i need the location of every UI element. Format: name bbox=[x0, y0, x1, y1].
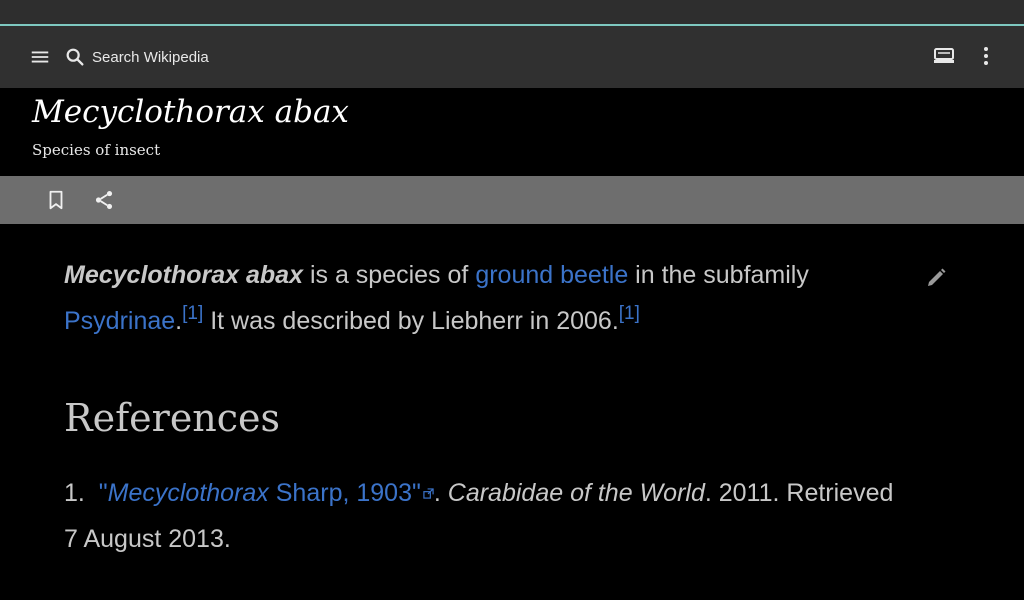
lead-bold-title: Mecyclothorax abax bbox=[64, 261, 303, 289]
link-ground-beetle[interactable]: ground beetle bbox=[475, 261, 628, 289]
references-heading: References bbox=[64, 396, 281, 440]
search-icon bbox=[62, 44, 88, 70]
reference-source: Carabidae of the World bbox=[447, 479, 705, 507]
page-subtitle: Species of insect bbox=[32, 141, 161, 159]
reference-link-rest: Sharp, 1903 bbox=[268, 479, 412, 507]
page-title: Mecyclothorax abax bbox=[32, 94, 349, 130]
lead-text-1: is a species of bbox=[303, 261, 476, 289]
search-placeholder: Search Wikipedia bbox=[92, 48, 209, 66]
reference-number: 1. bbox=[64, 479, 85, 507]
top-toolbar: Search Wikipedia bbox=[0, 26, 1024, 88]
article-lead: Mecyclothorax abax is a species of groun… bbox=[64, 252, 904, 344]
reference-link[interactable]: "Mecyclothorax Sharp, 1903" bbox=[99, 479, 421, 507]
reference-link-italic: Mecyclothorax bbox=[107, 479, 269, 507]
reference-item: 1. "Mecyclothorax Sharp, 1903". Carabida… bbox=[64, 470, 904, 562]
search-input[interactable]: Search Wikipedia bbox=[62, 40, 362, 74]
share-icon[interactable] bbox=[91, 187, 117, 213]
link-psydrinae[interactable]: Psydrinae bbox=[64, 307, 175, 335]
edit-section-icon[interactable] bbox=[922, 264, 950, 292]
lead-text-4: It was described by Liebherr in 2006. bbox=[203, 307, 619, 335]
references-list: 1. "Mecyclothorax Sharp, 1903". Carabida… bbox=[64, 470, 904, 562]
reading-list-icon[interactable] bbox=[930, 42, 958, 70]
lead-paragraph: Mecyclothorax abax is a species of groun… bbox=[64, 252, 904, 344]
lead-text-2: in the subfamily bbox=[628, 261, 809, 289]
menu-icon[interactable] bbox=[26, 43, 54, 71]
reference-after-link: . bbox=[433, 479, 448, 507]
reference-quote-close: " bbox=[411, 479, 421, 507]
reference-quote-open: " bbox=[98, 479, 108, 507]
article-action-bar bbox=[0, 176, 1024, 224]
status-strip bbox=[0, 0, 1024, 24]
external-link-icon bbox=[423, 488, 434, 499]
more-options-icon[interactable] bbox=[972, 42, 1000, 70]
bookmark-icon[interactable] bbox=[43, 187, 69, 213]
article-header: Mecyclothorax abax Species of insect bbox=[0, 88, 1024, 176]
citation-ref-2[interactable]: [1] bbox=[619, 303, 640, 324]
citation-ref-1[interactable]: [1] bbox=[182, 303, 203, 324]
